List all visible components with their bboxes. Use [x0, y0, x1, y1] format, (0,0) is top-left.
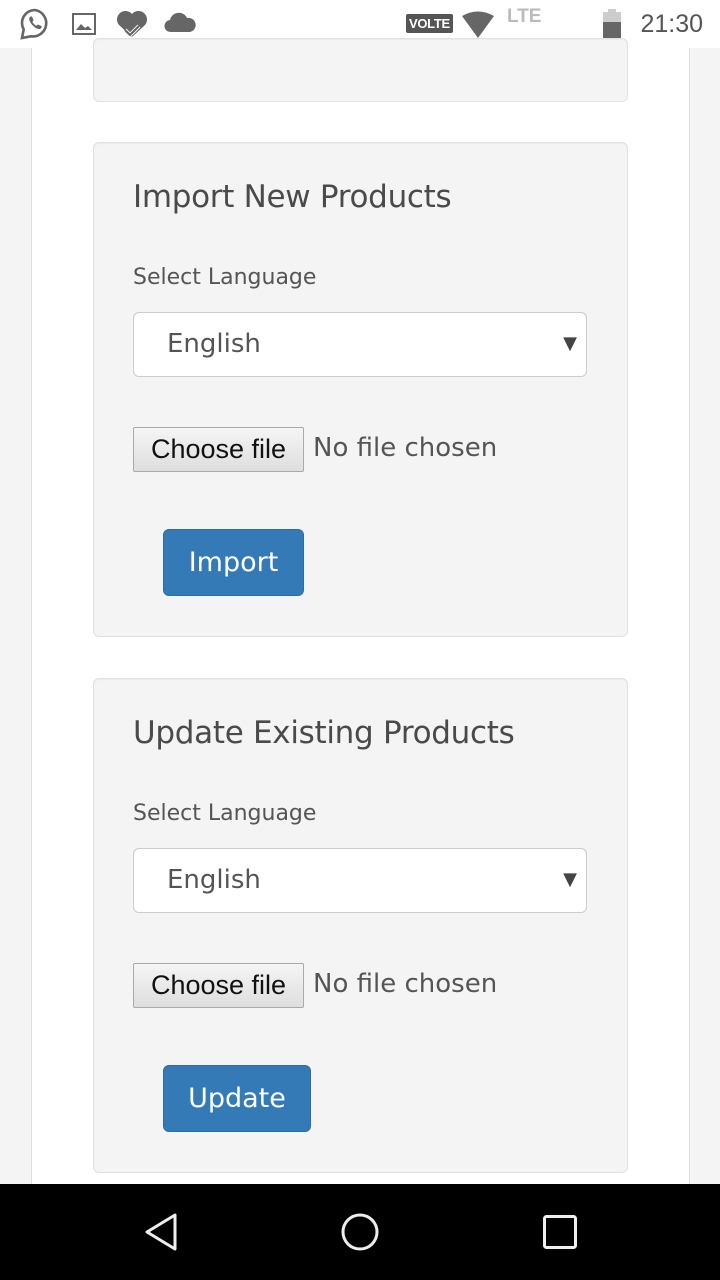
import-button[interactable]: Import — [163, 529, 304, 596]
import-products-card: Import New Products Select Language Engl… — [93, 142, 628, 637]
language-select[interactable]: English ▼ — [133, 312, 587, 377]
language-label: Select Language — [133, 801, 317, 826]
network-type: LTE — [507, 6, 542, 27]
gallery-icon — [72, 13, 96, 35]
update-products-card: Update Existing Products Select Language… — [93, 678, 628, 1173]
navigation-bar — [0, 1184, 720, 1280]
clock: 21:30 — [640, 10, 703, 38]
dropdown-arrow-icon: ▼ — [563, 333, 577, 354]
back-icon[interactable] — [142, 1212, 180, 1252]
recents-icon[interactable] — [542, 1214, 578, 1250]
home-icon[interactable] — [340, 1212, 380, 1252]
page-content: Import New Products Select Language Engl… — [0, 38, 720, 1184]
card-title: Import New Products — [133, 179, 452, 215]
health-icon — [116, 10, 148, 38]
choose-file-button[interactable]: Choose file — [133, 963, 304, 1008]
update-button[interactable]: Update — [163, 1065, 311, 1132]
volte-badge: VOLTE — [406, 14, 453, 33]
signal-icon — [462, 11, 494, 38]
choose-file-button[interactable]: Choose file — [133, 427, 304, 472]
language-select-value: English — [167, 329, 261, 359]
file-status: No file chosen — [313, 433, 498, 463]
cloud-icon — [164, 12, 196, 33]
language-select[interactable]: English ▼ — [133, 848, 587, 913]
dropdown-arrow-icon: ▼ — [563, 869, 577, 890]
battery-icon — [603, 9, 621, 38]
card-title: Update Existing Products — [133, 715, 515, 751]
file-status: No file chosen — [313, 969, 498, 999]
language-label: Select Language — [133, 265, 317, 290]
whatsapp-icon — [20, 8, 48, 40]
language-select-value: English — [167, 865, 261, 895]
previous-card — [93, 38, 628, 102]
content-column: Import New Products Select Language Engl… — [31, 38, 690, 1184]
